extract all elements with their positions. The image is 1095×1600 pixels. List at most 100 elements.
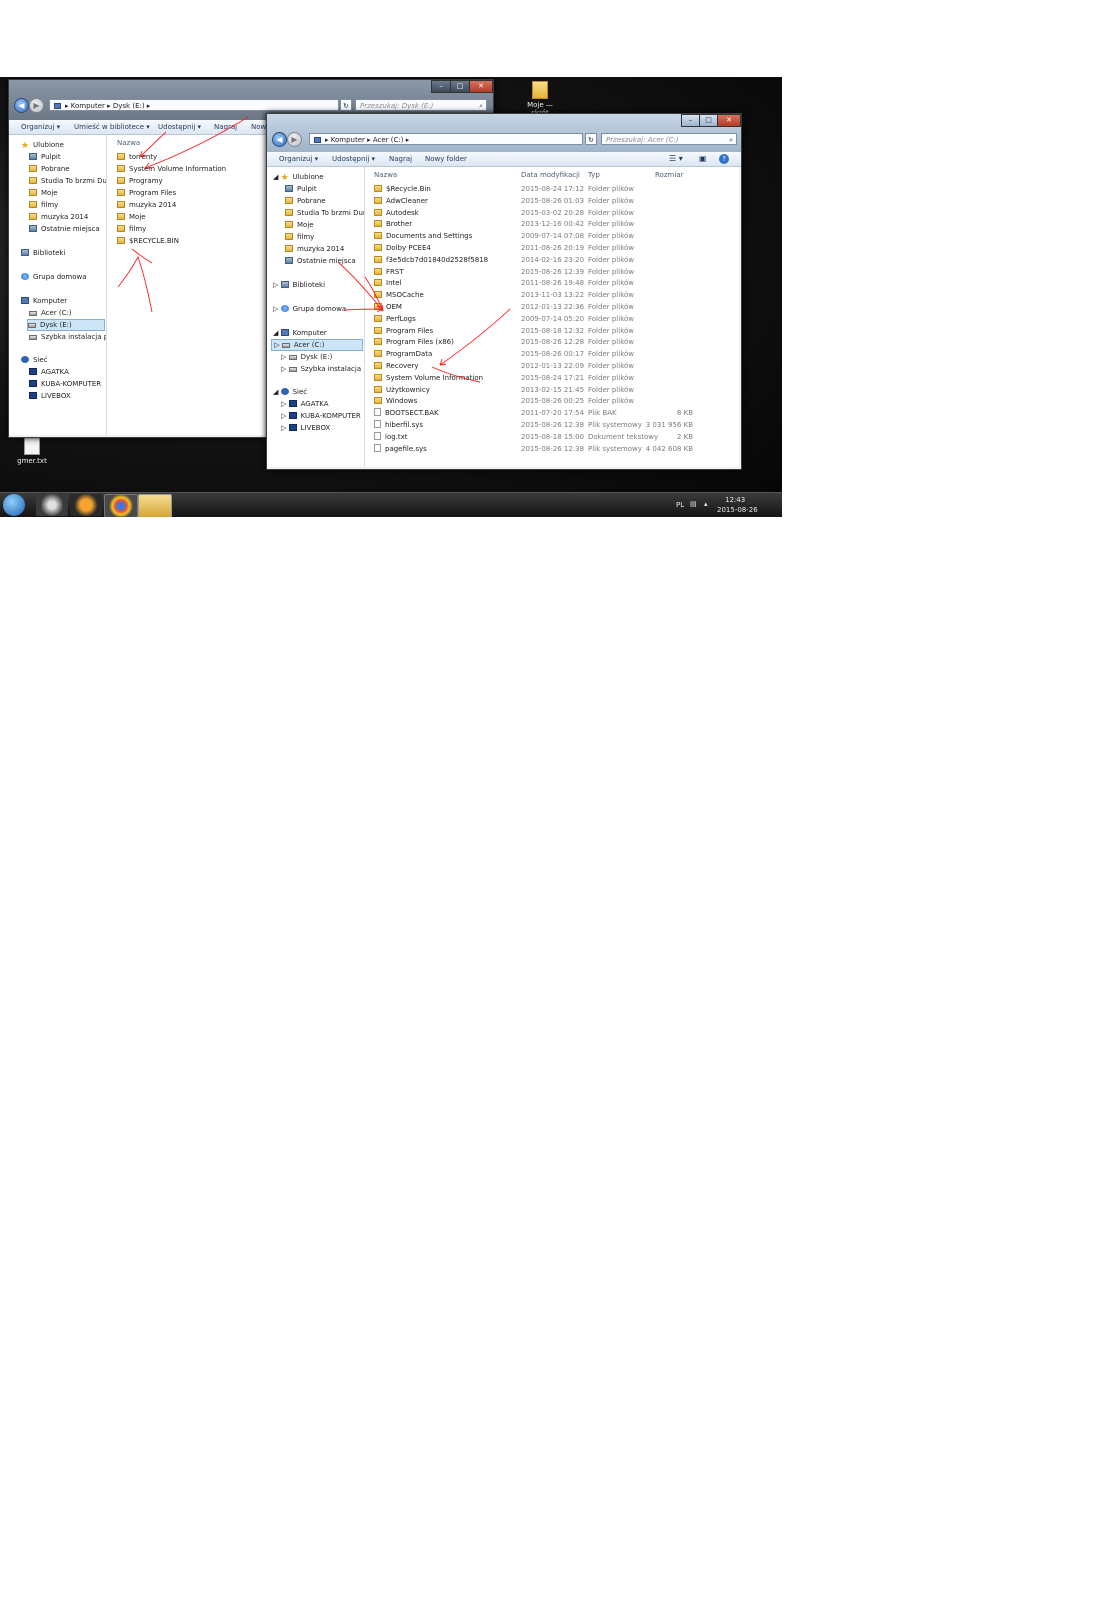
nav-drive-c[interactable]: ▷ Acer (C:) [271, 339, 363, 351]
file-row[interactable]: Windows 2015-08-26 00:25 Folder plików [365, 395, 739, 407]
refresh-button[interactable]: ↻ [340, 99, 352, 111]
back-button[interactable]: ◀ [14, 98, 29, 113]
nav-fav-moje[interactable]: Moje [285, 220, 314, 230]
new-folder-button[interactable]: Nowy folder [425, 152, 467, 166]
close-button[interactable]: ✕ [469, 80, 493, 93]
breadcrumb-drive-c[interactable]: Acer (C:) [373, 136, 404, 144]
tray-expand-icon[interactable]: ▴ [704, 500, 708, 508]
nav-fav-muzyka[interactable]: muzyka 2014 [29, 212, 88, 222]
start-button[interactable] [3, 494, 25, 516]
column-name-header[interactable]: Nazwa [374, 171, 397, 179]
column-type-header[interactable]: Typ [588, 171, 600, 179]
search-input[interactable]: Przeszukaj: Dysk (E:) ⌕ [355, 99, 487, 111]
file-row[interactable]: System Volume Information 2015-08-24 17:2… [365, 372, 739, 384]
taskbar-media-icon[interactable] [36, 494, 68, 516]
tray-time[interactable]: 12:43 [725, 496, 745, 504]
nav-libraries[interactable]: Biblioteki [21, 248, 65, 258]
nav-fav-filmy[interactable]: filmy [285, 232, 314, 242]
file-row[interactable]: Documents and Settings 2009-07-14 07:08 Fo… [365, 230, 739, 242]
nav-network[interactable]: Sieć [21, 355, 48, 365]
file-row[interactable]: ProgramData 2015-08-26 00:17 Folder plików [365, 348, 739, 360]
minimize-button[interactable]: – [431, 80, 451, 93]
nav-fav-recent[interactable]: Ostatnie miejsca [29, 224, 100, 234]
taskbar-player-icon[interactable] [70, 494, 102, 516]
nav-net-agatka[interactable]: ▷ AGATKA [281, 399, 328, 409]
forward-button[interactable]: ▶ [287, 132, 302, 147]
nav-libraries[interactable]: ▷ Biblioteki [273, 280, 325, 290]
breadcrumb-komputer[interactable]: Komputer [331, 136, 365, 144]
address-bar[interactable]: ▸ Komputer ▸ Acer (C:) ▸ [309, 133, 583, 145]
nav-fav-studia[interactable]: Studia To brzmi Dumnie [285, 208, 364, 218]
nav-homegroup[interactable]: ▷ Grupa domowa [273, 304, 346, 314]
file-row[interactable]: log.txt 2015-08-18 15:00 Dokument tekstowy… [365, 431, 739, 443]
close-button[interactable]: ✕ [717, 114, 741, 127]
burn-button[interactable]: Nagraj [214, 120, 237, 134]
desktop-shortcut-moje[interactable]: Moje — skrót [520, 81, 560, 117]
nav-fav-pulpit[interactable]: Pulpit [285, 184, 317, 194]
file-row[interactable]: Program Files 2015-08-18 12:32 Folder plik… [365, 325, 739, 337]
share-button[interactable]: Udostępnij ▾ [158, 120, 201, 134]
nav-favorites[interactable]: ◢ ★ Ulubione [273, 172, 324, 183]
taskbar-explorer-icon[interactable] [138, 494, 172, 517]
nav-net-kuba[interactable]: ▷ KUBA-KOMPUTER [281, 411, 361, 421]
address-bar[interactable]: ▸ Komputer ▸ Dysk (E:) ▸ [49, 99, 339, 111]
file-row[interactable]: Autodesk 2015-03-02 20:28 Folder plików [365, 207, 739, 219]
preview-pane-icon[interactable]: ▣ [699, 152, 707, 166]
forward-button[interactable]: ▶ [29, 98, 44, 113]
breadcrumb-komputer[interactable]: Komputer [71, 102, 105, 110]
nav-fav-pulpit[interactable]: Pulpit [29, 152, 61, 162]
refresh-button[interactable]: ↻ [585, 133, 597, 145]
file-row[interactable]: MSOCache 2013-11-03 13:22 Folder plików [365, 289, 739, 301]
nav-drive-e[interactable]: ▷ Dysk (E:) [281, 352, 332, 362]
file-row[interactable]: OEM 2012-01-13 22:36 Folder plików [365, 301, 739, 313]
minimize-button[interactable]: – [681, 114, 700, 127]
column-date-header[interactable]: Data modyfikacji [521, 171, 580, 179]
file-row[interactable]: f3e5dcb7d01840d2528f5818 2014-02-16 23:20… [365, 254, 739, 266]
nav-net-agatka[interactable]: AGATKA [29, 367, 69, 377]
burn-button[interactable]: Nagraj [389, 152, 412, 166]
search-input[interactable]: Przeszukaj: Acer (C:) ⌕ [601, 133, 737, 145]
tray-language[interactable]: PL [676, 501, 684, 509]
nav-net-kuba[interactable]: KUBA-KOMPUTER [29, 379, 101, 389]
column-name-header[interactable]: Nazwa [117, 139, 140, 147]
nav-homegroup[interactable]: Grupa domowa [21, 272, 87, 282]
nav-drive-quick-install[interactable]: Szybka instalacja pakietu [29, 332, 106, 342]
organize-button[interactable]: Organizuj ▾ [21, 120, 60, 134]
share-button[interactable]: Udostępnij ▾ [332, 152, 375, 166]
nav-drive-e[interactable]: Dysk (E:) [27, 319, 105, 331]
organize-button[interactable]: Organizuj ▾ [279, 152, 318, 166]
file-row[interactable]: BOOTSECT.BAK 2011-07-20 17:54 Plik BAK 8 KB [365, 407, 739, 419]
maximize-button[interactable]: □ [699, 114, 718, 127]
file-row[interactable]: hiberfil.sys 2015-08-26 12:38 Plik systemo… [365, 419, 739, 431]
file-row[interactable]: Program Files (x86) 2015-08-26 12:28 Folde… [365, 336, 739, 348]
maximize-button[interactable]: □ [450, 80, 470, 93]
tray-network-icon[interactable]: ▤ [690, 500, 697, 508]
nav-favorites[interactable]: ★ Ulubione [21, 140, 64, 151]
nav-fav-muzyka[interactable]: muzyka 2014 [285, 244, 344, 254]
file-row[interactable]: $Recycle.Bin 2015-08-24 17:12 Folder plikó… [365, 183, 739, 195]
taskbar-chrome-icon[interactable] [104, 494, 138, 517]
nav-drive-c[interactable]: Acer (C:) [29, 308, 72, 318]
file-row[interactable]: pagefile.sys 2015-08-26 12:38 Plik systemo… [365, 443, 739, 455]
nav-net-livebox[interactable]: ▷ LIVEBOX [281, 423, 330, 433]
back-button[interactable]: ◀ [272, 132, 287, 147]
help-icon[interactable]: ? [719, 154, 729, 164]
nav-fav-pobrane[interactable]: Pobrane [29, 164, 70, 174]
tray-date[interactable]: 2015-08-26 [717, 506, 758, 514]
desktop-file-gmer[interactable]: gmer.txt [14, 437, 50, 465]
file-row[interactable]: Recovery 2012-01-13 22:09 Folder plików [365, 360, 739, 372]
file-row[interactable]: PerfLogs 2009-07-14 05:20 Folder plików [365, 313, 739, 325]
nav-drive-quick-install[interactable]: ▷ Szybka instalacja pakietu [281, 364, 364, 374]
file-row[interactable]: AdwCleaner 2015-08-26 01:03 Folder plików [365, 195, 739, 207]
file-row[interactable]: FRST 2015-08-26 12:39 Folder plików [365, 266, 739, 278]
view-options-icon[interactable]: ☰ ▾ [669, 152, 683, 166]
nav-net-livebox[interactable]: LIVEBOX [29, 391, 71, 401]
nav-fav-filmy[interactable]: filmy [29, 200, 58, 210]
nav-network[interactable]: ◢ Sieć [273, 387, 307, 397]
add-to-library-button[interactable]: Umieść w bibliotece ▾ [74, 120, 150, 134]
nav-computer[interactable]: ◢ Komputer [273, 328, 327, 338]
nav-fav-moje[interactable]: Moje [29, 188, 58, 198]
file-row[interactable]: Brother 2013-12-16 00:42 Folder plików [365, 218, 739, 230]
nav-fav-recent[interactable]: Ostatnie miejsca [285, 256, 356, 266]
nav-computer[interactable]: Komputer [21, 296, 67, 306]
